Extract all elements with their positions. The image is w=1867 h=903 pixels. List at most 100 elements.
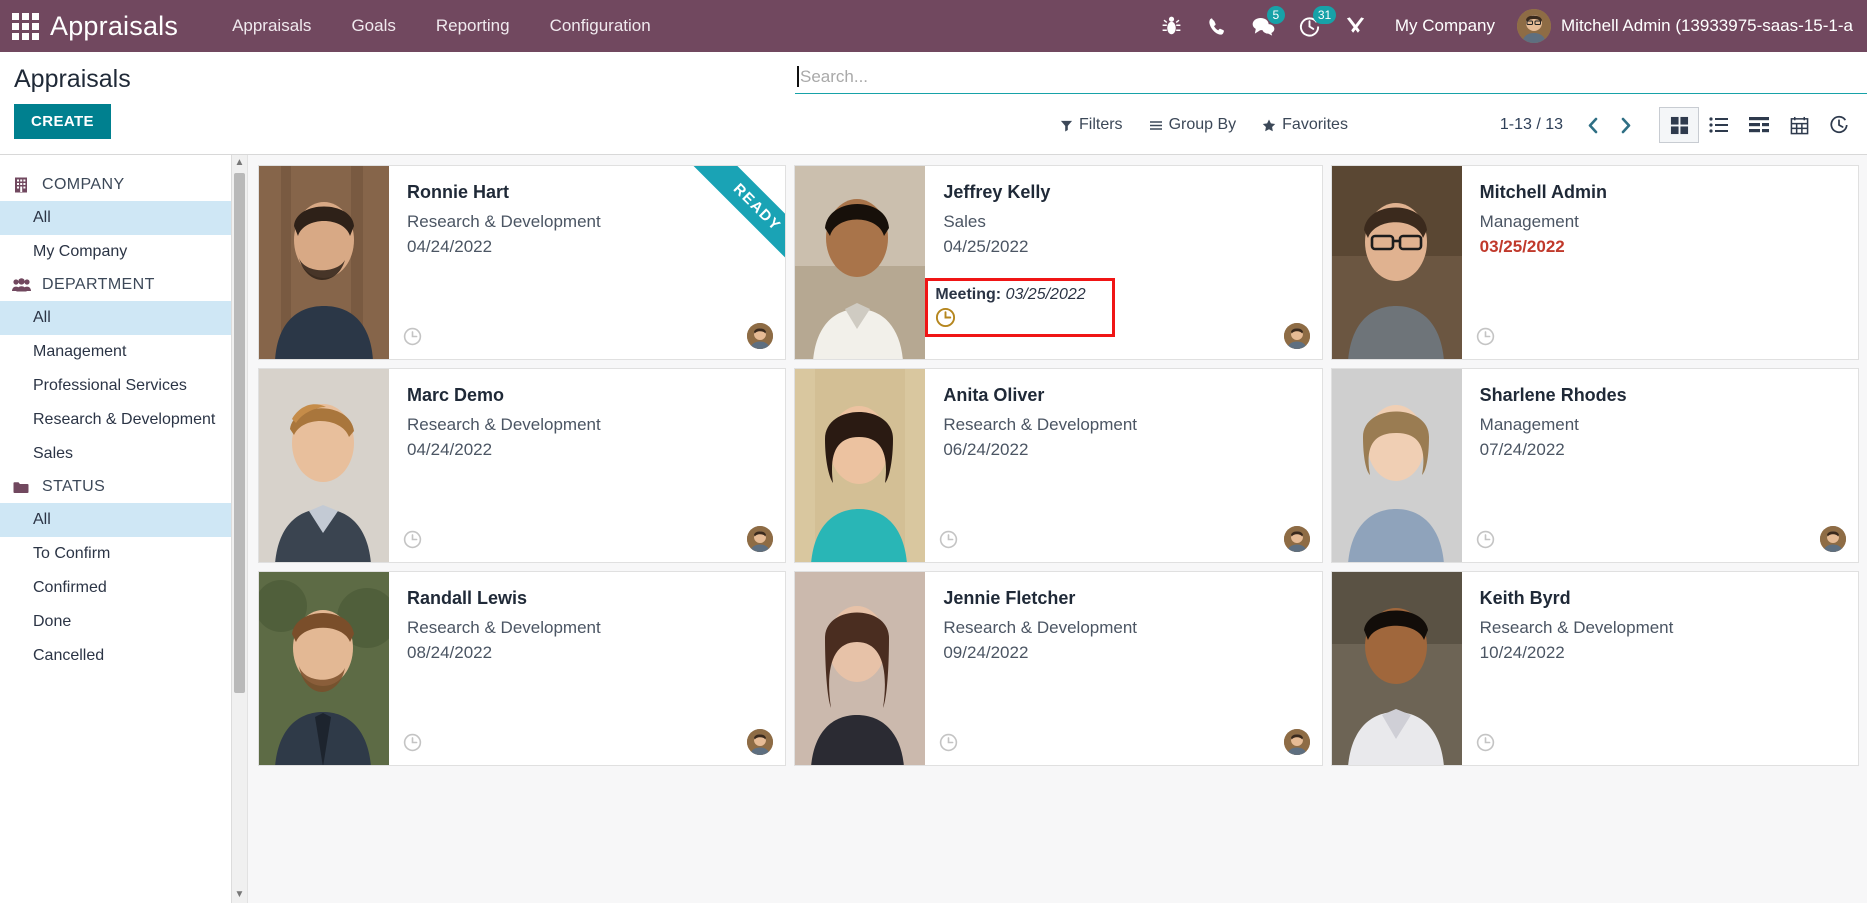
assignee-avatar[interactable] [1819, 526, 1846, 552]
employee-name: Jennie Fletcher [943, 588, 1076, 608]
sidebar-item-company-all[interactable]: All [0, 201, 247, 235]
assignee-avatar[interactable] [747, 729, 774, 755]
scrollbar-thumb[interactable] [234, 173, 245, 693]
pivot-icon [1748, 117, 1769, 133]
activity-clock-icon[interactable] [403, 327, 422, 346]
employee-department: Research & Development [1479, 618, 1674, 637]
sidebar-item-status-confirmed[interactable]: Confirmed [0, 571, 247, 605]
employee-name: Jeffrey Kelly [943, 182, 1051, 202]
assignee-avatar[interactable] [747, 323, 774, 349]
create-button[interactable]: CREATE [14, 104, 111, 139]
sidebar-item-department-professional-services[interactable]: Professional Services [0, 369, 247, 403]
facet-buttons: Filters Group By Favorites [1060, 116, 1374, 134]
kanban-card[interactable]: Ronnie Hart Research & Development 04/24… [258, 165, 787, 360]
navbar-right-tools: 5 31 My Company Mitchell Admin (13933975… [1149, 0, 1867, 52]
activity-clock-icon[interactable] [403, 733, 422, 752]
activity-view-button[interactable] [1819, 107, 1859, 143]
list-view-button[interactable] [1699, 107, 1739, 143]
appraisal-date: 08/24/2022 [407, 643, 493, 662]
bug-icon[interactable] [1149, 0, 1195, 52]
scroll-down-arrow[interactable]: ▼ [235, 887, 245, 903]
menu-configuration[interactable]: Configuration [530, 0, 671, 52]
messages-icon[interactable]: 5 [1241, 0, 1287, 52]
sidebar-item-status-done[interactable]: Done [0, 605, 247, 639]
sidebar-item-status-to-confirm[interactable]: To Confirm [0, 537, 247, 571]
employee-name: Ronnie Hart [407, 182, 510, 202]
section-department-header: DEPARTMENT [0, 269, 247, 301]
company-selector[interactable]: My Company [1379, 16, 1511, 36]
card-footer [939, 323, 1310, 349]
sidebar-item-company-my-company[interactable]: My Company [0, 235, 247, 269]
activities-clock-icon[interactable]: 31 [1287, 0, 1337, 52]
activity-clock-icon[interactable] [1476, 327, 1495, 346]
calendar-view-button[interactable] [1779, 107, 1819, 143]
employee-photo [795, 572, 926, 765]
pager-next-button[interactable] [1609, 110, 1641, 140]
main-menu: Appraisals Goals Reporting Configuration [212, 0, 671, 52]
menu-reporting[interactable]: Reporting [416, 0, 530, 52]
phone-icon[interactable] [1195, 0, 1241, 52]
activity-clock-icon[interactable] [939, 733, 958, 752]
view-switcher [1659, 107, 1859, 143]
kanban-view-button[interactable] [1659, 107, 1699, 143]
kanban-card[interactable]: Anita Oliver Research & Development 06/2… [794, 368, 1323, 563]
star-icon [1262, 119, 1276, 131]
employee-photo [1331, 572, 1462, 765]
kanban-card[interactable]: Jeffrey Kelly Sales 04/25/2022 Meeting: … [794, 165, 1323, 360]
kanban-card[interactable]: Keith Byrd Research & Development 10/24/… [1330, 571, 1859, 766]
kanban-card[interactable]: Mitchell Admin Management 03/25/2022 [1330, 165, 1859, 360]
search-input[interactable] [800, 66, 1867, 87]
search-bar[interactable] [795, 60, 1867, 94]
assignee-avatar[interactable] [1283, 323, 1310, 349]
card-info: Keith Byrd Research & Development 10/24/… [1462, 572, 1858, 765]
kanban-card[interactable]: Sharlene Rhodes Management 07/24/2022 [1330, 368, 1859, 563]
assignee-avatar[interactable] [1283, 526, 1310, 552]
appraisal-date: 04/25/2022 [943, 237, 1029, 256]
activity-clock-icon[interactable] [939, 530, 958, 549]
employee-name: Sharlene Rhodes [1479, 385, 1627, 405]
assignee-avatar[interactable] [747, 526, 774, 552]
control-panel-left: Appraisals CREATE [0, 52, 270, 154]
kanban-card[interactable]: Marc Demo Research & Development 04/24/2… [258, 368, 787, 563]
assignee-avatar[interactable] [1283, 729, 1310, 755]
kanban-card[interactable]: Jennie Fletcher Research & Development 0… [794, 571, 1323, 766]
activity-clock-icon[interactable] [1476, 733, 1495, 752]
list-icon [1709, 117, 1728, 133]
sidebar-item-department-sales[interactable]: Sales [0, 437, 247, 471]
control-panel-right: Filters Group By Favorites 1-13 / 13 [270, 52, 1867, 154]
search-panel-sidebar: COMPANY All My Company DEPARTMENT All Ma… [0, 155, 248, 903]
kanban-icon [1670, 116, 1688, 134]
filter-icon [1060, 120, 1073, 131]
sidebar-item-status-all[interactable]: All [0, 503, 247, 537]
menu-appraisals[interactable]: Appraisals [212, 0, 331, 52]
people-icon [10, 278, 32, 292]
card-footer [939, 526, 1310, 552]
kanban-view: Ronnie Hart Research & Development 04/24… [248, 155, 1867, 903]
sidebar-item-department-management[interactable]: Management [0, 335, 247, 369]
favorites-button[interactable]: Favorites [1262, 116, 1348, 134]
activity-clock-icon[interactable] [1476, 530, 1495, 549]
pivot-view-button[interactable] [1739, 107, 1779, 143]
group-by-button[interactable]: Group By [1149, 116, 1236, 134]
user-menu[interactable]: Mitchell Admin (13933975-saas-15-1-a [1511, 9, 1861, 43]
card-footer [403, 526, 774, 552]
tools-icon[interactable] [1333, 0, 1379, 52]
filters-button[interactable]: Filters [1060, 116, 1123, 134]
apps-grid-icon[interactable] [8, 9, 42, 43]
sidebar-item-status-cancelled[interactable]: Cancelled [0, 639, 247, 673]
scroll-up-arrow[interactable]: ▲ [235, 155, 245, 171]
sidebar-item-department-all[interactable]: All [0, 301, 247, 335]
app-brand-title[interactable]: Appraisals [50, 11, 178, 42]
searchbar-wrapper [795, 60, 1867, 94]
pager-count: 1-13 / 13 [1499, 116, 1563, 133]
employee-photo [1331, 369, 1462, 562]
activity-clock-icon[interactable] [403, 530, 422, 549]
employee-name: Randall Lewis [407, 588, 528, 608]
menu-goals[interactable]: Goals [331, 0, 415, 52]
page-title: Appraisals [14, 65, 131, 93]
building-icon [10, 177, 32, 193]
sidebar-item-department-research-development[interactable]: Research & Development [0, 403, 247, 437]
sidebar-scrollbar[interactable]: ▲ ▼ [231, 155, 247, 903]
pager-previous-button[interactable] [1577, 110, 1609, 140]
kanban-card[interactable]: Randall Lewis Research & Development 08/… [258, 571, 787, 766]
